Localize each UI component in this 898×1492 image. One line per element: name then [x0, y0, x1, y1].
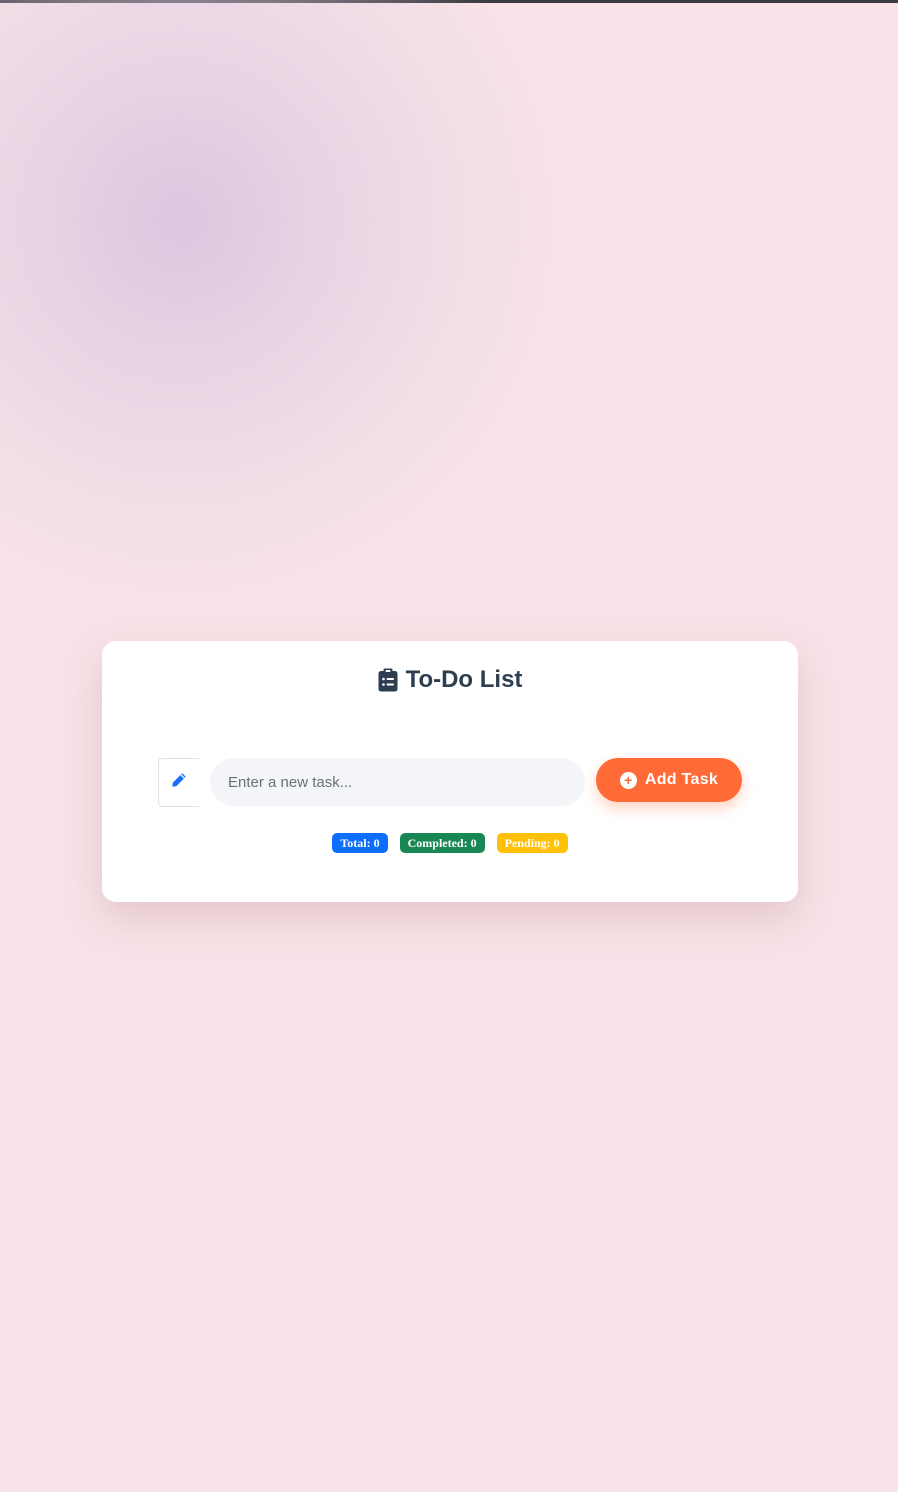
todo-card: To-Do List + Add Task Total: 0 Completed… — [102, 641, 798, 902]
clipboard-list-icon — [378, 668, 398, 692]
total-badge: Total: 0 — [332, 833, 388, 853]
pending-badge: Pending: 0 — [496, 833, 568, 853]
completed-badge: Completed: 0 — [399, 833, 485, 853]
task-stats: Total: 0 Completed: 0 Pending: 0 — [102, 833, 798, 853]
app-title-text: To-Do List — [405, 666, 523, 693]
add-task-label: Add Task — [644, 771, 719, 788]
page-title: To-Do List — [102, 666, 798, 694]
window-top-border — [0, 0, 898, 3]
add-task-button[interactable]: + Add Task — [596, 758, 742, 802]
input-icon-addon — [158, 758, 199, 807]
plus-circle-icon: + — [619, 771, 637, 789]
pencil-icon — [171, 772, 187, 793]
new-task-input[interactable] — [210, 758, 585, 806]
